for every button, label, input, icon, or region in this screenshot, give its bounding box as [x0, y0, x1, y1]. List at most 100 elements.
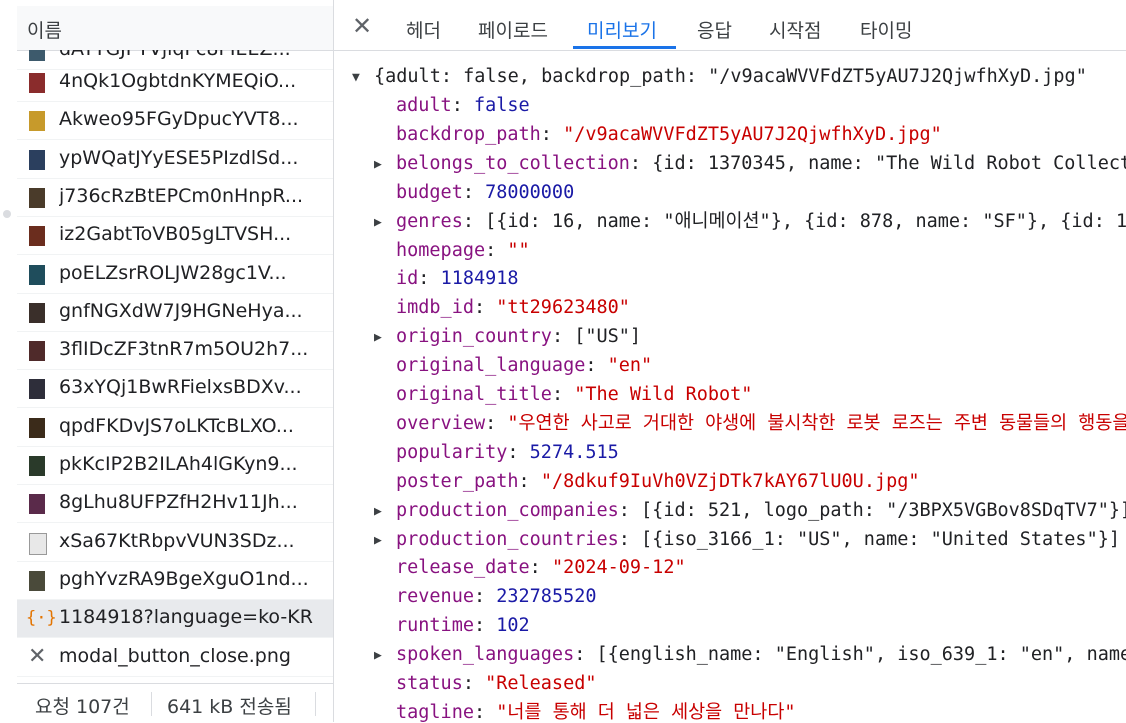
- json-value: "2024-09-12": [552, 557, 686, 578]
- request-count: 요청 107건: [35, 692, 130, 719]
- json-value: "/v9acaWVVFdZT5yAU7J2QjwfhXyD.jpg": [563, 124, 942, 145]
- json-colon: :: [418, 268, 440, 289]
- network-request-list: 이름 dATTGJPTVjlqPc8PIEEZ... 4nQk1OgbtdnKYM…: [17, 0, 334, 722]
- name-column-header[interactable]: 이름: [17, 6, 333, 51]
- request-row[interactable]: {·}1184918?language=ko-KR: [17, 600, 333, 638]
- json-colon: :: [507, 442, 529, 463]
- json-key: production_companies: [396, 500, 619, 521]
- expand-triangle-icon[interactable]: ▶: [374, 330, 382, 345]
- tab-response[interactable]: 응답: [697, 16, 732, 43]
- json-property-id: id: 1184918: [396, 264, 519, 293]
- json-colon: :: [552, 326, 574, 347]
- json-property-production-companies[interactable]: production_companies: [{id: 521, logo_pa…: [396, 496, 1126, 525]
- details-panel: ✕ 헤더 페이로드 미리보기 응답 시작점 타이밍 ▼ {adult: false…: [334, 0, 1126, 722]
- json-property-genres[interactable]: genres: [{id: 16, name: "애니메이션"}, {id: 8…: [396, 207, 1126, 236]
- json-colon: :: [619, 529, 641, 550]
- json-property-original-language: original_language: "en": [396, 351, 652, 380]
- status-bar: 요청 107건 641 kB 전송됨: [17, 683, 333, 723]
- request-name: 63xYQj1BwRFielxsBDXv...: [59, 376, 325, 398]
- json-value: ["US"]: [574, 326, 641, 347]
- request-row[interactable]: 4nQk1OgbtdnKYMEQiO...: [17, 64, 333, 102]
- json-colon: :: [463, 211, 485, 232]
- active-tab-indicator: [573, 46, 676, 49]
- json-key: release_date: [396, 557, 530, 578]
- json-file-icon: {·}: [26, 608, 57, 628]
- request-row[interactable]: pkKcIP2B2ILAh4lGKyn9...: [17, 447, 333, 485]
- request-row[interactable]: Akweo95FGyDpucYVT8...: [17, 102, 333, 140]
- close-icon[interactable]: ✕: [352, 12, 372, 40]
- json-value: [{iso_3166_1: "US", name: "United States…: [641, 529, 1120, 550]
- status-divider: [315, 692, 316, 716]
- json-value: [{english_name: "English", iso_639_1: "e…: [597, 644, 1126, 665]
- json-colon: :: [552, 384, 574, 405]
- json-colon: :: [619, 500, 641, 521]
- json-value: "tt29623480": [496, 297, 630, 318]
- request-name: dATTGJPTVjlqPc8PIEEZ...: [59, 50, 325, 60]
- json-property-tagline: tagline: "너를 통해 더 넓은 세상을 만나다": [396, 698, 795, 722]
- request-row[interactable]: 3flIDcZF3tnR7m5OU2h7...: [17, 332, 333, 370]
- request-row[interactable]: 8gLhu8UFPZfH2Hv11Jh...: [17, 485, 333, 523]
- resize-dot-icon[interactable]: [3, 210, 11, 218]
- request-row[interactable]: ✕modal_button_close.png: [17, 639, 333, 677]
- json-value: [{id: 16, name: "애니메이션"}, {id: 878, name…: [485, 211, 1126, 232]
- json-property-spoken-languages[interactable]: spoken_languages: [{english_name: "Engli…: [396, 640, 1126, 669]
- tab-headers[interactable]: 헤더: [406, 16, 441, 43]
- image-thumbnail-icon: [29, 226, 45, 246]
- json-property-production-countries[interactable]: production_countries: [{iso_3166_1: "US"…: [396, 525, 1120, 554]
- collapse-triangle-icon[interactable]: ▼: [352, 70, 360, 85]
- tab-preview[interactable]: 미리보기: [587, 16, 657, 43]
- request-name: 3flIDcZF3tnR7m5OU2h7...: [59, 338, 325, 360]
- json-key: spoken_languages: [396, 644, 574, 665]
- json-key: original_title: [396, 384, 552, 405]
- request-row[interactable]: gnfNGXdW7J9HGNeHya...: [17, 294, 333, 332]
- json-key: belongs_to_collection: [396, 153, 630, 174]
- summary-open: {adult:: [374, 66, 463, 87]
- image-thumbnail-icon: [29, 571, 45, 591]
- json-property-release-date: release_date: "2024-09-12": [396, 553, 686, 582]
- json-colon: :: [474, 615, 496, 636]
- json-property-adult: adult: false: [396, 91, 530, 120]
- tab-timing[interactable]: 타이밍: [860, 16, 912, 43]
- json-value: "/8dkuf9IuVh0VZjDTk7kAY67lU0U.jpg": [541, 471, 920, 492]
- request-name: ypWQatJYyESE5PIzdlSd...: [59, 147, 325, 169]
- json-property-belongs-to-collection[interactable]: belongs_to_collection: {id: 1370345, nam…: [396, 149, 1126, 178]
- expand-triangle-icon[interactable]: ▶: [374, 504, 382, 519]
- file-list[interactable]: dATTGJPTVjlqPc8PIEEZ... 4nQk1OgbtdnKYMEQi…: [17, 50, 333, 683]
- image-thumbnail-icon: [29, 379, 45, 399]
- request-row[interactable]: ypWQatJYyESE5PIzdlSd...: [17, 141, 333, 179]
- request-row[interactable]: 63xYQj1BwRFielxsBDXv...: [17, 370, 333, 408]
- expand-triangle-icon[interactable]: ▶: [374, 648, 382, 663]
- json-property-runtime: runtime: 102: [396, 611, 530, 640]
- request-row[interactable]: qpdFKDvJS7oLKTcBLXO...: [17, 409, 333, 447]
- json-key: adult: [396, 95, 452, 116]
- json-key: production_countries: [396, 529, 619, 550]
- json-colon: :: [474, 586, 496, 607]
- json-value: "너를 통해 더 넓은 세상을 만나다": [496, 702, 795, 722]
- json-key: popularity: [396, 442, 507, 463]
- image-thumbnail-icon: [29, 303, 45, 323]
- transferred-size: 641 kB 전송됨: [167, 692, 292, 719]
- request-row[interactable]: pghYvzRA9BgeXguO1nd...: [17, 562, 333, 600]
- json-root-summary[interactable]: {adult: false, backdrop_path: "/v9acaWVV…: [374, 62, 1087, 91]
- request-row[interactable]: j736cRzBtEPCm0nHnpR...: [17, 179, 333, 217]
- json-property-origin-country[interactable]: origin_country: ["US"]: [396, 322, 641, 351]
- json-colon: :: [485, 413, 507, 434]
- request-row[interactable]: xSa67KtRbpvVUN3SDz...: [17, 524, 333, 562]
- image-thumbnail-icon: [29, 265, 45, 285]
- json-property-revenue: revenue: 232785520: [396, 582, 597, 611]
- expand-triangle-icon[interactable]: ▶: [374, 533, 382, 548]
- json-property-budget: budget: 78000000: [396, 178, 574, 207]
- json-key: id: [396, 268, 418, 289]
- tab-initiator[interactable]: 시작점: [769, 16, 821, 43]
- request-row[interactable]: poELZsrROLJW28gc1V...: [17, 256, 333, 294]
- json-value: 1184918: [441, 268, 519, 289]
- json-colon: :: [463, 673, 485, 694]
- expand-triangle-icon[interactable]: ▶: [374, 215, 382, 230]
- request-row[interactable]: iz2GabtToVB05gLTVSH...: [17, 217, 333, 255]
- json-key: tagline: [396, 702, 474, 722]
- expand-triangle-icon[interactable]: ▶: [374, 157, 382, 172]
- json-value: "우연한 사고로 거대한 야생에 불시착한 로봇 로즈는 주변 동물들의 행동을…: [507, 413, 1126, 434]
- json-value: {id: 1370345, name: "The Wild Robot Coll…: [652, 153, 1126, 174]
- request-name: qpdFKDvJS7oLKTcBLXO...: [59, 415, 325, 437]
- tab-payload[interactable]: 페이로드: [478, 16, 548, 43]
